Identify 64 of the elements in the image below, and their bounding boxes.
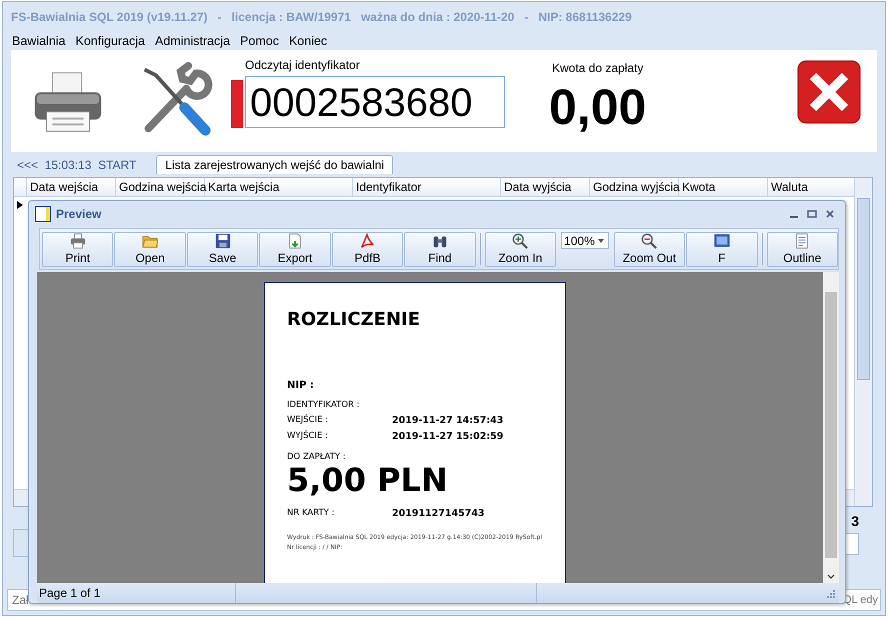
report-title: ROZLICZENIE [287,309,421,330]
column-header[interactable]: Data wejścia [27,178,116,196]
document-icon [794,233,810,249]
zoom-dropdown[interactable]: 100% [561,232,609,249]
column-header[interactable]: Identyfikator [353,178,501,196]
scrollbar[interactable] [854,178,872,506]
status-bar-marker [231,80,243,128]
toolbar-button[interactable]: F [686,232,758,266]
pdf-icon [359,233,376,249]
close-icon[interactable] [825,209,835,219]
page-counter: Page 1 of 1 [38,586,102,600]
field-label: Odczytaj identyfikator [244,58,361,74]
menu-item[interactable]: Bawialnia [7,34,71,48]
amount-value: 0,00 [549,79,646,135]
field-label: IDENTYFIKATOR : [287,400,360,410]
tab[interactable]: <<< 15:03:13 START [9,156,144,174]
column-header[interactable]: Data wyjścia [501,178,590,196]
scroll-down-icon[interactable] [827,574,835,579]
menu-item[interactable]: Pomoc [235,34,284,48]
menu-item[interactable]: Koniec [284,34,332,48]
column-header[interactable]: Godzina wyjścia [590,178,679,196]
toolbar-button[interactable]: PdfB [332,232,404,266]
field-label: DO ZAPŁATY : [287,452,347,462]
field-value: 20191127145743 [392,508,485,519]
menu-item[interactable]: Konfiguracja [70,34,150,48]
column-header[interactable]: Karta wejścia [205,178,353,196]
zoom-out-icon [641,233,658,249]
field-value: 2019-11-27 15:02:59 [392,431,504,442]
row-indicator-icon [17,201,23,209]
field-label: NIP : [287,380,315,391]
tab[interactable]: Lista zarejestrowanych wejść do bawialni [156,155,394,174]
toolbar-button[interactable]: Export [259,232,331,266]
toolbar-button[interactable]: Print [42,232,114,266]
column-header[interactable]: Godzina wejścia [116,178,205,196]
toolbar-button[interactable]: Outline [766,232,838,266]
folder-icon [142,233,158,249]
field-label: WEJŚCIE : [287,415,330,426]
menu-item[interactable]: Administracja [150,34,236,48]
total-amount: 5,00 PLN [287,462,449,498]
toolbar-button[interactable]: Zoom In [484,232,556,266]
toolbar-button[interactable]: Save [186,232,258,266]
monitor-icon [714,233,730,249]
toolbar-button[interactable]: Zoom Out [614,232,686,266]
caret-icon [598,238,604,242]
scrollbar[interactable] [823,272,839,583]
status-text: Zał [11,592,30,609]
field-label: WYJŚCIE : [287,431,329,442]
window-title: Preview [56,207,102,221]
toolbar-button[interactable]: Open [114,232,186,266]
maximize-icon[interactable] [807,209,817,219]
count-value: 3 [851,513,859,529]
field-label: NR KARTY : [287,508,336,519]
window-title: FS-Bawialnia SQL 2019 (v19.11.27) - licencja : BAW/19971 ważna do dnia : 2020-11-20 - NIP: 8681136229 [11,10,632,24]
identifier-field[interactable]: 0002583680 [245,76,505,128]
floppy-icon [214,233,231,249]
toolbar-button[interactable]: Find [404,232,476,266]
zoom-in-icon [512,233,528,249]
amount-label: Kwota do zapłaty [552,61,644,77]
field-value: 2019-11-27 14:57:43 [392,415,504,426]
resize-grip-icon[interactable] [826,588,835,598]
column-header[interactable]: Kwota [679,178,768,196]
close-button[interactable] [797,60,861,124]
printer-icon [70,233,86,249]
app-logo-icon [35,206,51,222]
